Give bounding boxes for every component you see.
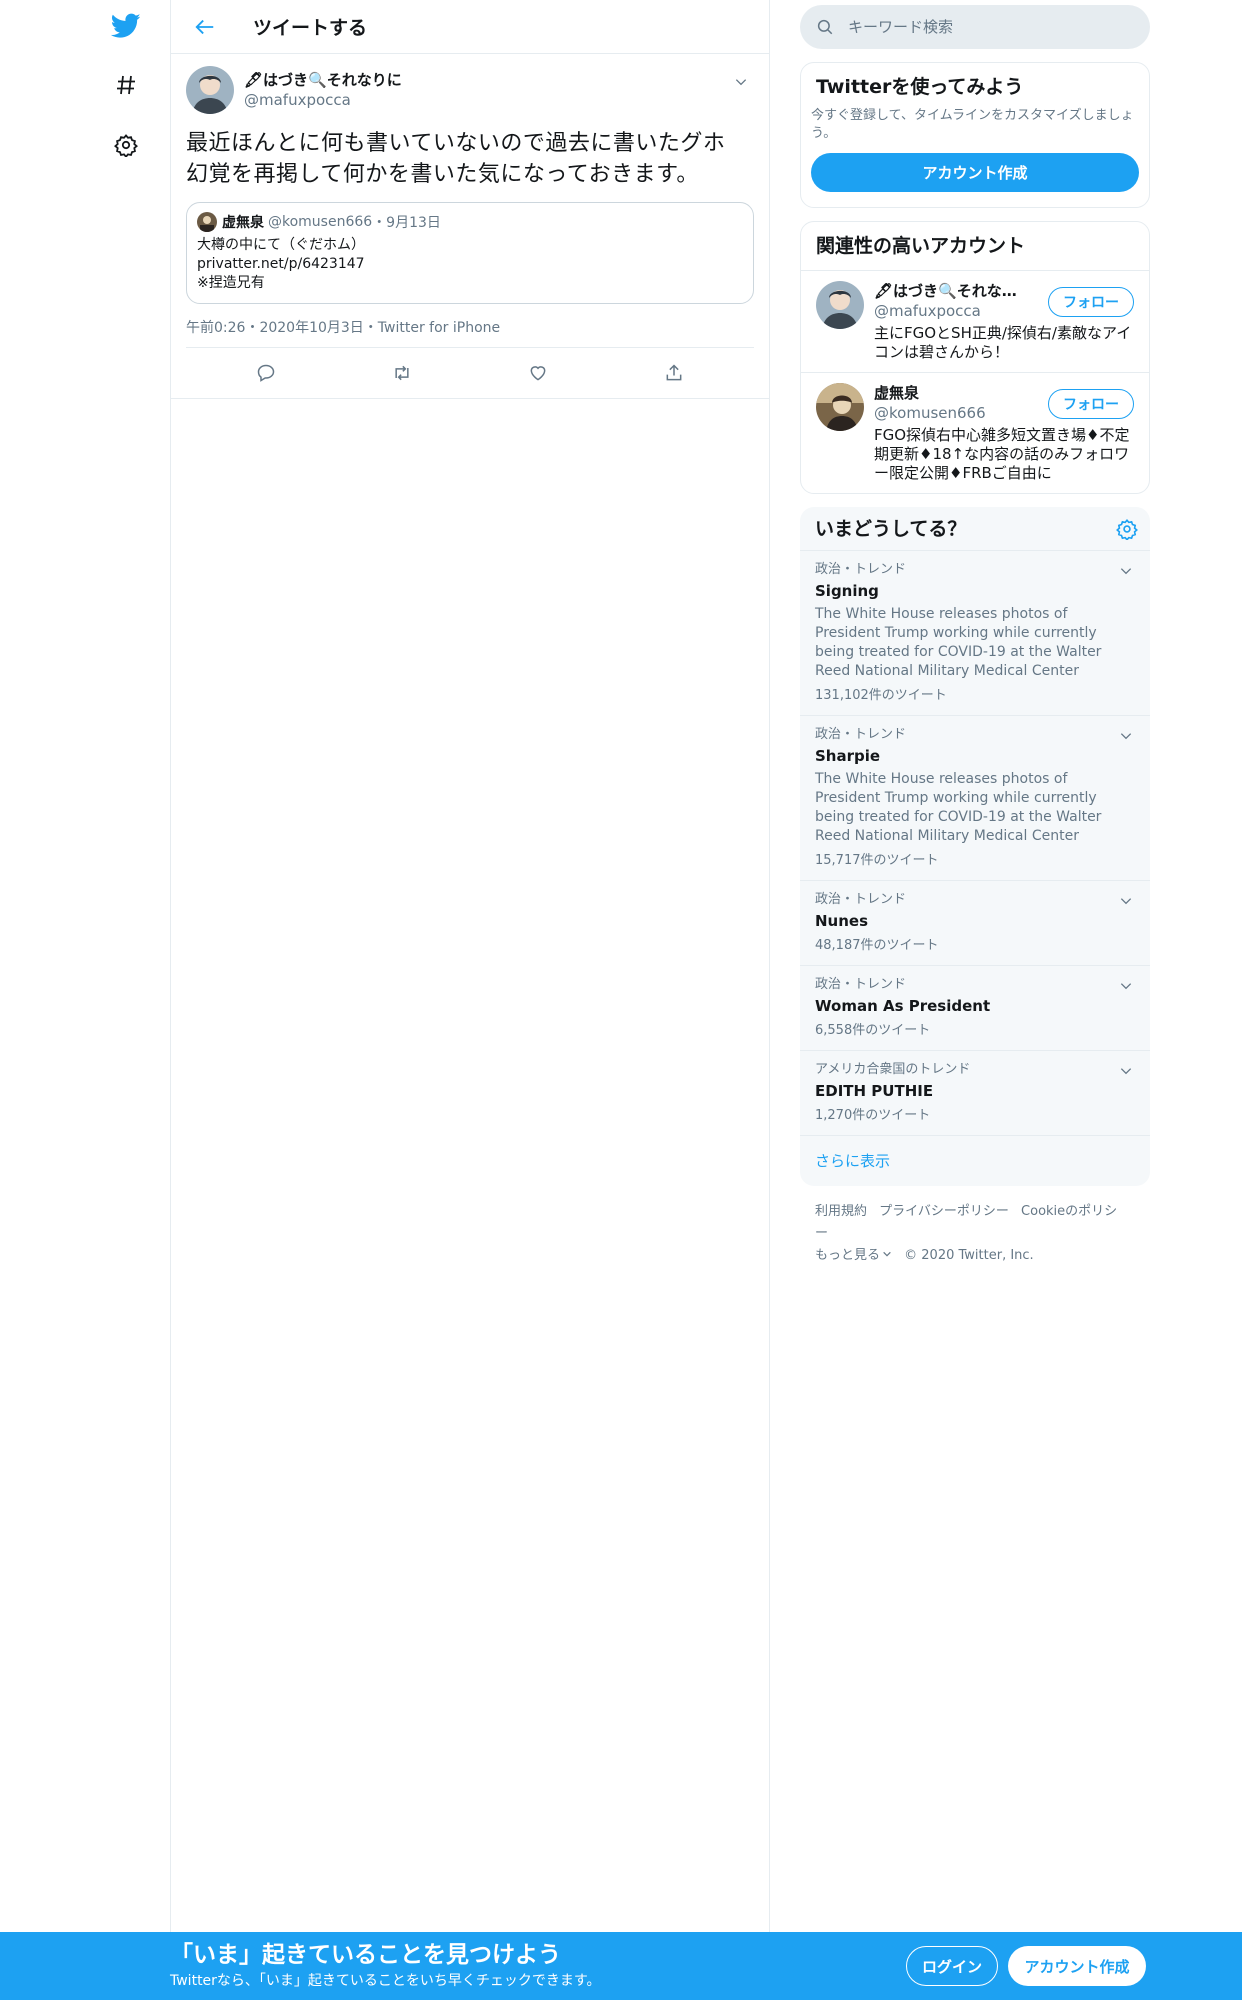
related-bio: 主にFGOとSH正典/探偵右/素敵なアイコンは碧さんから！ (874, 324, 1132, 361)
quote-line: 大樽の中にて（ぐだホム） (197, 237, 365, 253)
main-column: ツイートする 🖋はづき🔍それなりに @mafuxpocca 最近ほんとに何も書い… (170, 0, 770, 1932)
trends-title: いまどうしてる？ (815, 517, 967, 540)
trend-item[interactable]: アメリカ合衆国のトレンド EDITH PUTHIE 1,270件のツイート (800, 1051, 1150, 1136)
signup-title: Twitterを使ってみよう (816, 76, 1024, 98)
gear-icon[interactable] (104, 123, 148, 167)
related-account[interactable]: 虚無泉 @komusen666 FGO探偵右中心雑多短文置き場♦不定期更新♦18… (801, 373, 1149, 493)
login-button[interactable]: ログイン (906, 1946, 998, 1986)
chevron-down-icon (883, 1251, 891, 1257)
quote-handle: @komusen666 (268, 214, 373, 230)
tweet: 🖋はづき🔍それなりに @mafuxpocca 最近ほんとに何も書いていないので過… (171, 54, 769, 398)
related-accounts-card: 関連性の高いアカウント 🖋はづき🔍それなりに @mafuxpocca 主にFGO… (800, 221, 1150, 494)
footer-copyright: © 2020 Twitter, Inc. (904, 1248, 1034, 1263)
follow-button[interactable]: フォロー (1048, 389, 1134, 419)
quote-avatar (197, 212, 217, 232)
trend-desc: The White House releases photos of Presi… (815, 606, 1102, 679)
tweet-actions (186, 348, 754, 398)
trend-desc: The White House releases photos of Presi… (815, 771, 1102, 844)
related-title: 関連性の高いアカウント (801, 222, 1149, 271)
footer-more-label: もっと見る (815, 1248, 881, 1263)
search-input[interactable] (848, 18, 1108, 36)
tweet-timestamp[interactable]: 午前0:26・2020年10月3日・Twitter for iPhone (186, 318, 754, 348)
chevron-down-icon[interactable] (1116, 976, 1136, 996)
signup-desc: 今すぐ登録して、タイムラインをカスタマイズしましょう。 (811, 108, 1134, 141)
like-icon[interactable] (518, 353, 558, 393)
trend-meta: 政治・トレンド (815, 562, 907, 577)
related-account[interactable]: 🖋はづき🔍それなりに @mafuxpocca 主にFGOとSH正典/探偵右/素敵… (801, 271, 1149, 373)
quote-line: ※捏造兄有 (197, 275, 265, 291)
related-name[interactable]: 虚無泉 (874, 383, 1022, 403)
footer-link-terms[interactable]: 利用規約 (815, 1204, 867, 1219)
tweet-author: 🖋はづき🔍それなりに @mafuxpocca (186, 64, 754, 116)
avatar[interactable] (186, 66, 234, 114)
signup-button[interactable]: アカウント作成 (1008, 1946, 1146, 1986)
bottom-bar-subtitle: Twitterなら、「いま」起きていることをいち早くチェックできます。 (170, 1973, 601, 1989)
chevron-down-icon[interactable] (1116, 891, 1136, 911)
trend-item[interactable]: 政治・トレンド Woman As President 6,558件のツイート (800, 966, 1150, 1051)
search-icon (817, 19, 833, 35)
search-box[interactable] (800, 5, 1150, 49)
quote-line: privatter.net/p/6423147 (197, 256, 365, 272)
chevron-down-icon[interactable] (1116, 726, 1136, 746)
chevron-down-icon[interactable] (1116, 1061, 1136, 1081)
right-sidebar: Twitterを使ってみよう 今すぐ登録して、タイムラインをカスタマイズしましょ… (800, 0, 1150, 1267)
author-handle[interactable]: @mafuxpocca (244, 90, 402, 110)
bottom-signup-bar: 「いま」起きていることを見つけよう Twitterなら、「いま」起きていることを… (0, 1932, 1242, 2000)
trend-count: 131,102件のツイート (815, 688, 947, 703)
share-icon[interactable] (654, 353, 694, 393)
trend-meta: アメリカ合衆国のトレンド (815, 1062, 971, 1077)
related-name[interactable]: 🖋はづき🔍それなりに (874, 281, 1022, 301)
trend-item[interactable]: 政治・トレンド Nunes 48,187件のツイート (800, 881, 1150, 966)
chevron-down-icon[interactable] (1116, 561, 1136, 581)
avatar[interactable] (816, 281, 864, 329)
reply-icon[interactable] (246, 353, 286, 393)
related-bio: FGO探偵右中心雑多短文置き場♦不定期更新♦18↑な内容の話のみフォロワー限定公… (874, 426, 1130, 482)
trend-item[interactable]: 政治・トレンド Sharpie The White House releases… (800, 716, 1150, 881)
trend-name: Signing (815, 582, 879, 600)
trend-meta: 政治・トレンド (815, 892, 907, 907)
trend-name: Sharpie (815, 747, 881, 765)
bottom-bar-title: 「いま」起きていることを見つけよう (170, 1942, 561, 1968)
page-header: ツイートする (171, 0, 769, 54)
back-arrow-icon (195, 19, 214, 34)
footer: 利用規約 プライバシーポリシー Cookieのポリシー もっと見る © 2020… (800, 1201, 1150, 1267)
gear-icon[interactable] (1116, 518, 1138, 540)
footer-more-link[interactable]: もっと見る (815, 1248, 892, 1263)
trend-count: 1,270件のツイート (815, 1108, 931, 1123)
retweet-icon[interactable] (382, 353, 422, 393)
quote-body: 大樽の中にて（ぐだホム） privatter.net/p/6423147 ※捏造… (197, 236, 743, 293)
trend-count: 6,558件のツイート (815, 1023, 931, 1038)
trend-name: Woman As President (815, 997, 991, 1015)
quoted-tweet[interactable]: 虚無泉 @komusen666 ・9月13日 大樽の中にて（ぐだホム） priv… (186, 202, 754, 304)
twitter-bird-icon[interactable] (104, 4, 148, 48)
trend-meta: 政治・トレンド (815, 977, 907, 992)
author-display-name[interactable]: 🖋はづき🔍それなりに (244, 70, 402, 90)
left-nav (0, 0, 170, 2000)
tweet-text: 最近ほんとに何も書いていないので過去に書いたグホ幻覚を再掲して何かを書いた気にな… (186, 131, 726, 187)
avatar[interactable] (816, 383, 864, 431)
trend-item[interactable]: 政治・トレンド Signing The White House releases… (800, 551, 1150, 716)
signup-card: Twitterを使ってみよう 今すぐ登録して、タイムラインをカスタマイズしましょ… (800, 62, 1150, 208)
trend-name: Nunes (815, 912, 869, 930)
quote-display-name: 虚無泉 (222, 215, 264, 231)
page-title: ツイートする (253, 17, 368, 39)
footer-link-privacy[interactable]: プライバシーポリシー (879, 1204, 1009, 1219)
back-button[interactable] (183, 5, 227, 49)
create-account-button[interactable]: アカウント作成 (811, 153, 1139, 192)
trend-count: 48,187件のツイート (815, 938, 939, 953)
follow-button[interactable]: フォロー (1048, 287, 1134, 317)
hashtag-icon[interactable] (104, 63, 148, 107)
show-more-link[interactable]: さらに表示 (800, 1136, 1150, 1186)
trend-count: 15,717件のツイート (815, 853, 939, 868)
divider (171, 398, 769, 399)
quote-date: ・9月13日 (372, 215, 441, 231)
trends-card: いまどうしてる？ 政治・トレンド Signing The White House… (800, 507, 1150, 1186)
trend-meta: 政治・トレンド (815, 727, 907, 742)
trend-name: EDITH PUTHIE (815, 1082, 934, 1100)
chevron-down-icon[interactable] (727, 68, 755, 96)
